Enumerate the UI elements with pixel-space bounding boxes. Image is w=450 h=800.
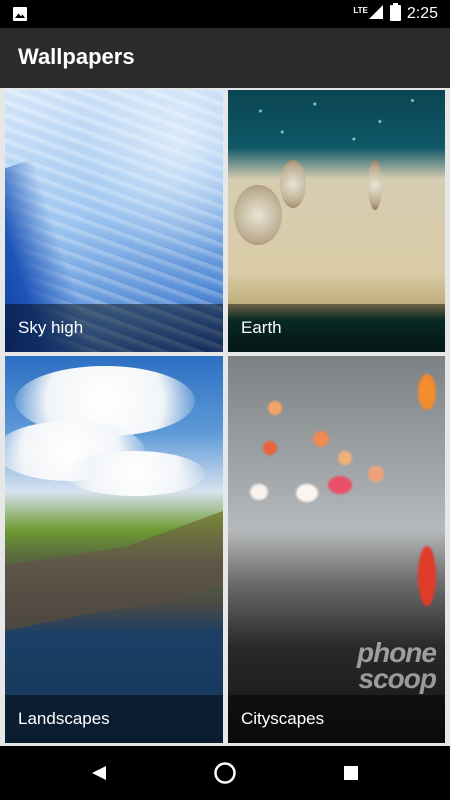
bokeh-light bbox=[268, 401, 282, 415]
reflection-light bbox=[418, 546, 436, 606]
recents-icon bbox=[344, 766, 358, 780]
crater-art bbox=[234, 185, 282, 245]
home-button[interactable] bbox=[210, 758, 240, 788]
bokeh-light bbox=[313, 431, 329, 447]
status-bar: LTE 2:25 bbox=[0, 0, 450, 28]
category-label: Cityscapes bbox=[241, 709, 325, 728]
bokeh-light bbox=[328, 476, 352, 494]
bokeh-light bbox=[250, 484, 268, 500]
app-bar: Wallpapers bbox=[0, 28, 450, 88]
wallpaper-category-earth[interactable]: Earth bbox=[228, 90, 445, 352]
back-icon bbox=[92, 766, 106, 780]
image-notification-icon bbox=[12, 6, 28, 27]
bokeh-light bbox=[368, 466, 384, 482]
wallpaper-category-sky-high[interactable]: Sky high bbox=[5, 90, 223, 352]
cliff-art bbox=[5, 511, 223, 631]
category-label: Sky high bbox=[18, 318, 84, 337]
bokeh-light bbox=[418, 374, 436, 410]
watermark-line: scoop bbox=[358, 663, 437, 694]
bokeh-light bbox=[338, 451, 352, 465]
page-title: Wallpapers bbox=[18, 44, 135, 69]
status-icons: LTE 2:25 bbox=[353, 2, 438, 26]
cloud-art bbox=[65, 451, 205, 496]
clock: 2:25 bbox=[406, 5, 438, 22]
navigation-bar bbox=[0, 746, 450, 800]
recents-button[interactable] bbox=[336, 758, 366, 788]
home-icon bbox=[214, 762, 236, 784]
bokeh-light bbox=[263, 441, 277, 455]
crater-art bbox=[368, 160, 382, 210]
network-type: LTE bbox=[353, 5, 368, 15]
category-label: Landscapes bbox=[18, 709, 110, 728]
battery-icon bbox=[389, 2, 401, 26]
signal-icon bbox=[368, 4, 384, 25]
wallpaper-grid: Sky high Earth Landscapes Cityscapes pho… bbox=[0, 88, 450, 746]
earth-stars-art bbox=[228, 90, 445, 160]
bokeh-light bbox=[296, 484, 318, 502]
watermark-logo: phone scoop bbox=[357, 639, 437, 694]
wallpaper-category-landscapes[interactable]: Landscapes bbox=[5, 356, 223, 743]
category-label: Earth bbox=[241, 318, 282, 337]
crater-art bbox=[280, 160, 306, 208]
back-button[interactable] bbox=[84, 758, 114, 788]
